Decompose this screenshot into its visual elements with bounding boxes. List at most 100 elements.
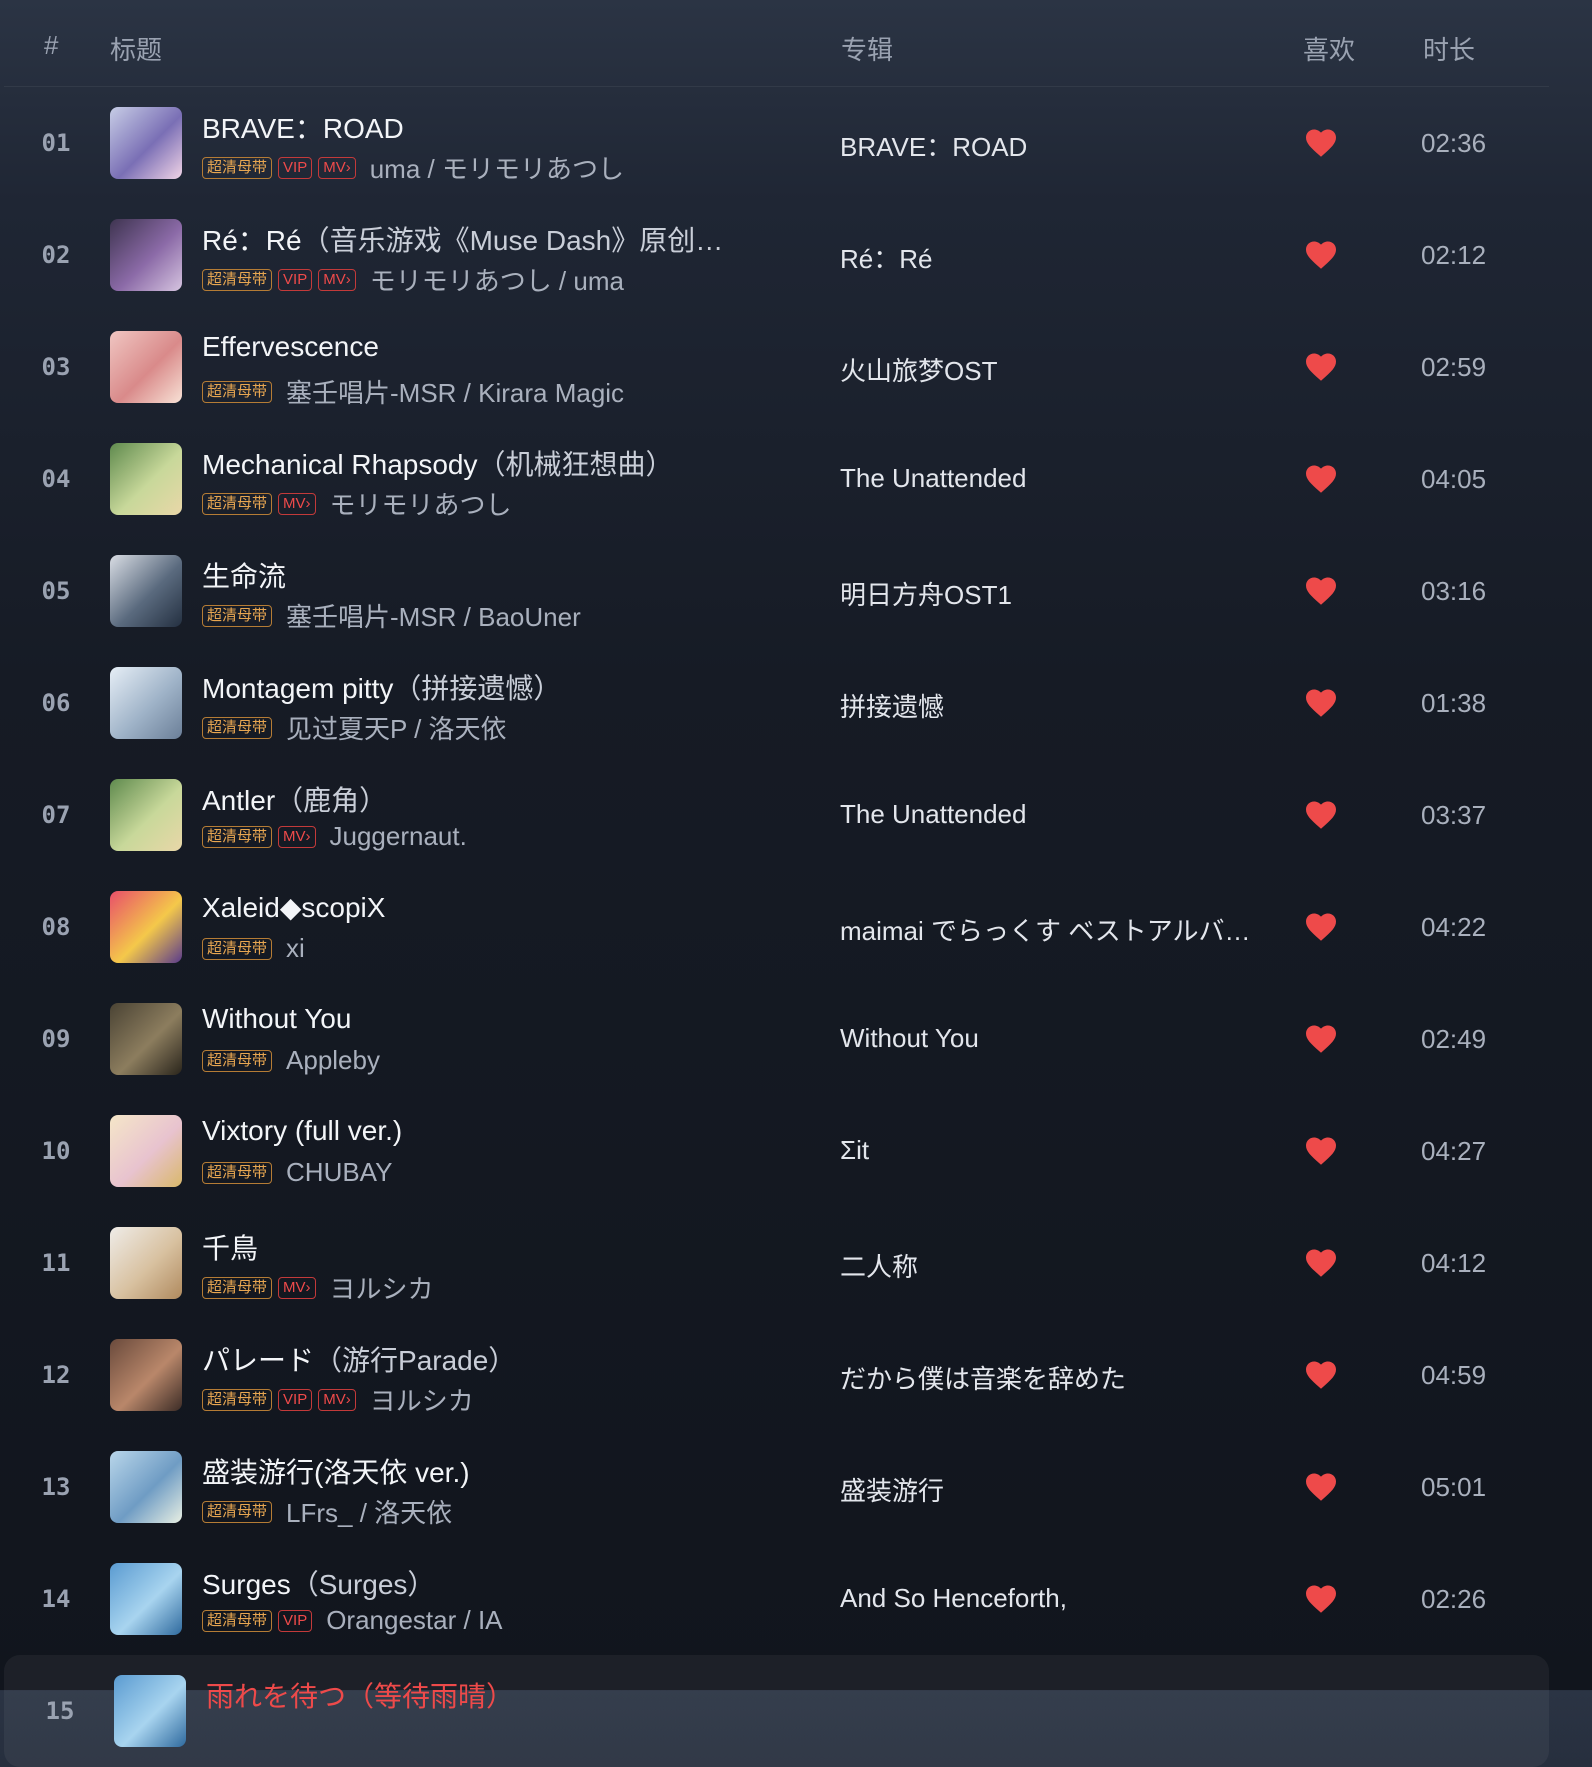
track-artists[interactable]: モリモリあつし / uma — [370, 261, 624, 298]
mv-tag[interactable]: MV› — [318, 1388, 356, 1411]
track-title[interactable]: Antler（鹿角） — [202, 779, 387, 819]
table-row[interactable]: 03 Effervescence 超清母带 塞壬唱片-MSR / Kirara Mag… — [0, 311, 1592, 423]
heart-icon[interactable] — [1303, 685, 1339, 721]
track-title-main: Xaleid◆scopiX — [202, 892, 386, 923]
heart-icon[interactable] — [1303, 1357, 1339, 1393]
album-cover[interactable] — [110, 779, 182, 851]
album-cover[interactable] — [110, 667, 182, 739]
table-row[interactable]: 06 Montagem pitty（拼接遗憾） 超清母带 见过夏天P / 洛天依 拼接遗… — [0, 647, 1592, 759]
header-title[interactable]: 标题 — [110, 30, 162, 67]
table-row[interactable]: 11 千鳥 超清母带 MV› ヨルシカ 二人称 04:12 — [0, 1207, 1592, 1319]
table-row[interactable]: 02 Ré：Ré（音乐游戏《Muse Dash》原创… 超清母带 VIP MV› モリモリ… — [0, 199, 1592, 311]
album-cover[interactable] — [114, 1675, 186, 1747]
table-row[interactable]: 04 Mechanical Rhapsody（机械狂想曲） 超清母带 MV› モリモリあ… — [0, 423, 1592, 535]
track-title[interactable]: 雨れを待つ（等待雨晴） — [206, 1675, 514, 1715]
table-row[interactable]: 14 Surges（Surges） 超清母带 VIP Orangestar / IA An… — [0, 1543, 1592, 1655]
track-album[interactable]: BRAVE：ROAD — [840, 127, 1027, 164]
album-cover[interactable] — [110, 555, 182, 627]
heart-icon[interactable] — [1303, 461, 1339, 497]
track-title[interactable]: Without You — [202, 1003, 351, 1035]
table-row[interactable]: 10 Vixtory (full ver.) 超清母带 CHUBAY Σit 04:27 — [0, 1095, 1592, 1207]
track-artists[interactable]: CHUBAY — [286, 1157, 392, 1188]
track-meta: 超清母带 MV› モリモリあつし — [202, 485, 512, 522]
track-album[interactable]: 二人称 — [840, 1247, 918, 1284]
album-cover[interactable] — [110, 1115, 182, 1187]
header-like[interactable]: 喜欢 — [1303, 30, 1355, 67]
track-album[interactable]: Σit — [840, 1135, 869, 1166]
track-title[interactable]: 盛装游行(洛天依 ver.) — [202, 1451, 470, 1491]
header-duration[interactable]: 时长 — [1423, 30, 1475, 67]
track-album[interactable]: The Unattended — [840, 463, 1026, 494]
heart-icon[interactable] — [1303, 909, 1339, 945]
track-artists[interactable]: 见过夏天P / 洛天依 — [286, 709, 507, 746]
album-cover[interactable] — [110, 443, 182, 515]
track-title[interactable]: 千鳥 — [202, 1227, 258, 1267]
track-album[interactable]: 拼接遗憾 — [840, 687, 944, 724]
track-album[interactable]: だから僕は音楽を辞めた — [840, 1359, 1126, 1396]
table-row[interactable]: 12 パレード（游行Parade） 超清母带 VIP MV› ヨルシカ だから僕は音楽を辞め… — [0, 1319, 1592, 1431]
track-artists[interactable]: Juggernaut. — [330, 821, 467, 852]
table-row[interactable]: 15 雨れを待つ（等待雨晴） — [4, 1655, 1549, 1767]
track-album[interactable]: maimai でらっくす ベストアルバ… — [840, 911, 1251, 948]
mv-tag[interactable]: MV› — [278, 825, 316, 848]
album-cover[interactable] — [110, 219, 182, 291]
track-title[interactable]: Xaleid◆scopiX — [202, 891, 385, 924]
heart-icon[interactable] — [1303, 1133, 1339, 1169]
track-album[interactable]: 盛装游行 — [840, 1471, 944, 1508]
track-title[interactable]: 生命流 — [202, 555, 286, 595]
track-artists[interactable]: Orangestar / IA — [326, 1605, 502, 1636]
track-title[interactable]: BRAVE：ROAD — [202, 107, 404, 147]
album-cover[interactable] — [110, 331, 182, 403]
track-title-main: Vixtory (full ver.) — [202, 1115, 403, 1146]
heart-icon[interactable] — [1303, 1021, 1339, 1057]
track-artists[interactable]: LFrs_ / 洛天依 — [286, 1493, 452, 1530]
track-artists[interactable]: uma / モリモリあつし — [370, 149, 624, 186]
heart-icon[interactable] — [1303, 237, 1339, 273]
header-album[interactable]: 专辑 — [841, 30, 893, 67]
track-artists[interactable]: xi — [286, 933, 305, 964]
heart-icon[interactable] — [1303, 1581, 1339, 1617]
track-album[interactable]: Ré：Ré — [840, 239, 932, 276]
track-title[interactable]: Surges（Surges） — [202, 1563, 435, 1603]
heart-icon[interactable] — [1303, 797, 1339, 833]
album-cover[interactable] — [110, 1451, 182, 1523]
track-artists[interactable]: ヨルシカ — [370, 1381, 474, 1418]
table-row[interactable]: 01 BRAVE：ROAD 超清母带 VIP MV› uma / モリモリあつし BRAVE… — [0, 87, 1592, 199]
album-cover[interactable] — [110, 107, 182, 179]
table-row[interactable]: 13 盛装游行(洛天依 ver.) 超清母带 LFrs_ / 洛天依 盛装游行 05:01 — [0, 1431, 1592, 1543]
track-artists[interactable]: 塞壬唱片-MSR / Kirara Magic — [286, 373, 624, 410]
track-artists[interactable]: 塞壬唱片-MSR / BaoUner — [286, 597, 581, 634]
album-cover[interactable] — [110, 1563, 182, 1635]
album-cover[interactable] — [110, 891, 182, 963]
track-album[interactable]: Without You — [840, 1023, 979, 1054]
track-artists[interactable]: Appleby — [286, 1045, 380, 1076]
track-album[interactable]: The Unattended — [840, 799, 1026, 830]
mv-tag[interactable]: MV› — [278, 1276, 316, 1299]
track-artists[interactable]: ヨルシカ — [330, 1269, 434, 1306]
mv-tag[interactable]: MV› — [318, 268, 356, 291]
track-title[interactable]: Vixtory (full ver.) — [202, 1115, 402, 1147]
table-row[interactable]: 05 生命流 超清母带 塞壬唱片-MSR / BaoUner 明日方舟OST1 03:16 — [0, 535, 1592, 647]
table-row[interactable]: 09 Without You 超清母带 Appleby Without You 02:49 — [0, 983, 1592, 1095]
heart-icon[interactable] — [1303, 1469, 1339, 1505]
album-cover[interactable] — [110, 1339, 182, 1411]
heart-icon[interactable] — [1303, 573, 1339, 609]
track-title[interactable]: パレード（游行Parade） — [202, 1339, 516, 1379]
track-title[interactable]: Montagem pitty（拼接遗憾） — [202, 667, 561, 707]
track-album[interactable]: And So Henceforth, — [840, 1583, 1067, 1614]
track-title[interactable]: Mechanical Rhapsody（机械狂想曲） — [202, 443, 674, 483]
track-title[interactable]: Ré：Ré（音乐游戏《Muse Dash》原创… — [202, 219, 723, 259]
heart-icon[interactable] — [1303, 349, 1339, 385]
track-album[interactable]: 火山旅梦OST — [840, 351, 997, 388]
table-row[interactable]: 08 Xaleid◆scopiX 超清母带 xi maimai でらっくす ベストアルバ… — [0, 871, 1592, 983]
mv-tag[interactable]: MV› — [318, 156, 356, 179]
track-artists[interactable]: モリモリあつし — [330, 485, 512, 522]
heart-icon[interactable] — [1303, 125, 1339, 161]
album-cover[interactable] — [110, 1003, 182, 1075]
heart-icon[interactable] — [1303, 1245, 1339, 1281]
track-album[interactable]: 明日方舟OST1 — [840, 575, 1012, 612]
mv-tag[interactable]: MV› — [278, 492, 316, 515]
album-cover[interactable] — [110, 1227, 182, 1299]
table-row[interactable]: 07 Antler（鹿角） 超清母带 MV› Juggernaut. The Unatte… — [0, 759, 1592, 871]
track-title[interactable]: Effervescence — [202, 331, 379, 363]
